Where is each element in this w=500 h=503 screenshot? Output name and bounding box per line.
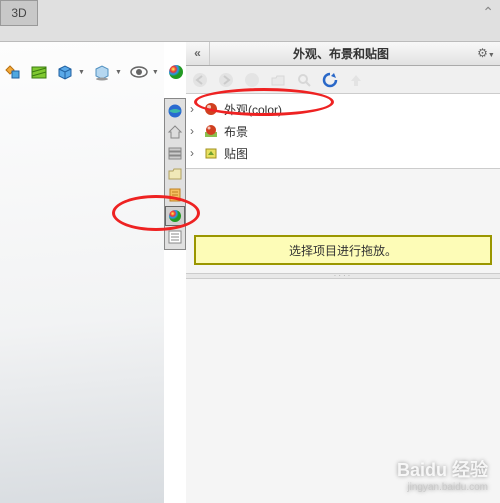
nav-up-button [346, 70, 366, 90]
collapse-icon: « [194, 46, 201, 60]
folder-tab-icon[interactable] [165, 164, 185, 184]
dropdown-arrow-icon[interactable]: ▼ [152, 69, 159, 76]
collapse-button[interactable]: « [186, 42, 210, 65]
expand-icon[interactable]: › [190, 124, 202, 138]
scene-sphere-icon [202, 123, 220, 139]
nav-back-button [190, 70, 210, 90]
decal-icon [202, 145, 220, 161]
nav-home-button [242, 70, 262, 90]
home-tab-icon[interactable] [165, 122, 185, 142]
watermark: Baidu 经验 jingyan.baidu.com [397, 456, 488, 493]
tree-label: 布景 [224, 123, 248, 140]
graphics-area [0, 42, 164, 503]
dropdown-arrow-icon[interactable]: ▼ [115, 69, 122, 76]
stack-tab-icon[interactable] [165, 143, 185, 163]
list-tab-icon[interactable] [165, 227, 185, 247]
eye-icon[interactable] [128, 61, 150, 83]
tree-label: 外观(color) [224, 101, 282, 118]
appearance-panel: « 外观、布景和贴图 ⚙▼ › 外观(color) › 布景 › 贴图 [186, 42, 500, 503]
panel-header: « 外观、布景和贴图 ⚙▼ [186, 42, 500, 66]
view-mode-3d[interactable]: 3D [0, 0, 38, 26]
tree-tab-icon[interactable] [165, 185, 185, 205]
top-bar: 3D ⌃ [0, 0, 500, 42]
settings-button[interactable]: ⚙▼ [472, 42, 500, 65]
expand-caret-icon[interactable]: ⌃ [482, 4, 494, 21]
box-icon[interactable] [54, 61, 76, 83]
feature-toolbar: ▼ ▼ ▼ ▼ [2, 56, 198, 88]
nav-forward-button [216, 70, 236, 90]
color-sphere-icon [202, 101, 220, 117]
drop-hint-text: 选择项目进行拖放。 [289, 242, 397, 259]
tree-item-scene[interactable]: › 布景 [186, 120, 500, 142]
watermark-url: jingyan.baidu.com [397, 482, 488, 493]
nav-search-button [294, 70, 314, 90]
assembly-icon[interactable] [2, 61, 24, 83]
rgb-sphere-icon[interactable] [165, 61, 187, 83]
tree-label: 贴图 [224, 145, 248, 162]
dropdown-arrow-icon: ▼ [488, 52, 495, 59]
globe-tab-icon[interactable] [165, 101, 185, 121]
resize-grip[interactable]: ···· [186, 273, 500, 279]
appearance-tab-icon[interactable] [165, 206, 185, 226]
tree-item-decal[interactable]: › 贴图 [186, 142, 500, 164]
drop-target-hint[interactable]: 选择项目进行拖放。 [194, 235, 492, 265]
dropdown-arrow-icon[interactable]: ▼ [78, 69, 85, 76]
hatch-icon[interactable] [28, 61, 50, 83]
watermark-brand: Baidu 经验 [397, 456, 488, 482]
panel-title: 外观、布景和贴图 [210, 45, 472, 62]
nav-refresh-button[interactable] [320, 70, 340, 90]
task-pane-tabs [164, 98, 186, 250]
cube-shadow-icon[interactable] [91, 61, 113, 83]
expand-icon[interactable]: › [190, 102, 202, 116]
view-mode-label: 3D [11, 6, 26, 20]
nav-new-folder-button [268, 70, 288, 90]
appearance-tree: › 外观(color) › 布景 › 贴图 [186, 94, 500, 169]
gear-icon: ⚙ [477, 46, 488, 60]
spacer [186, 169, 500, 227]
tree-item-appearance[interactable]: › 外观(color) [186, 98, 500, 120]
panel-nav-toolbar [186, 66, 500, 94]
expand-icon[interactable]: › [190, 146, 202, 160]
